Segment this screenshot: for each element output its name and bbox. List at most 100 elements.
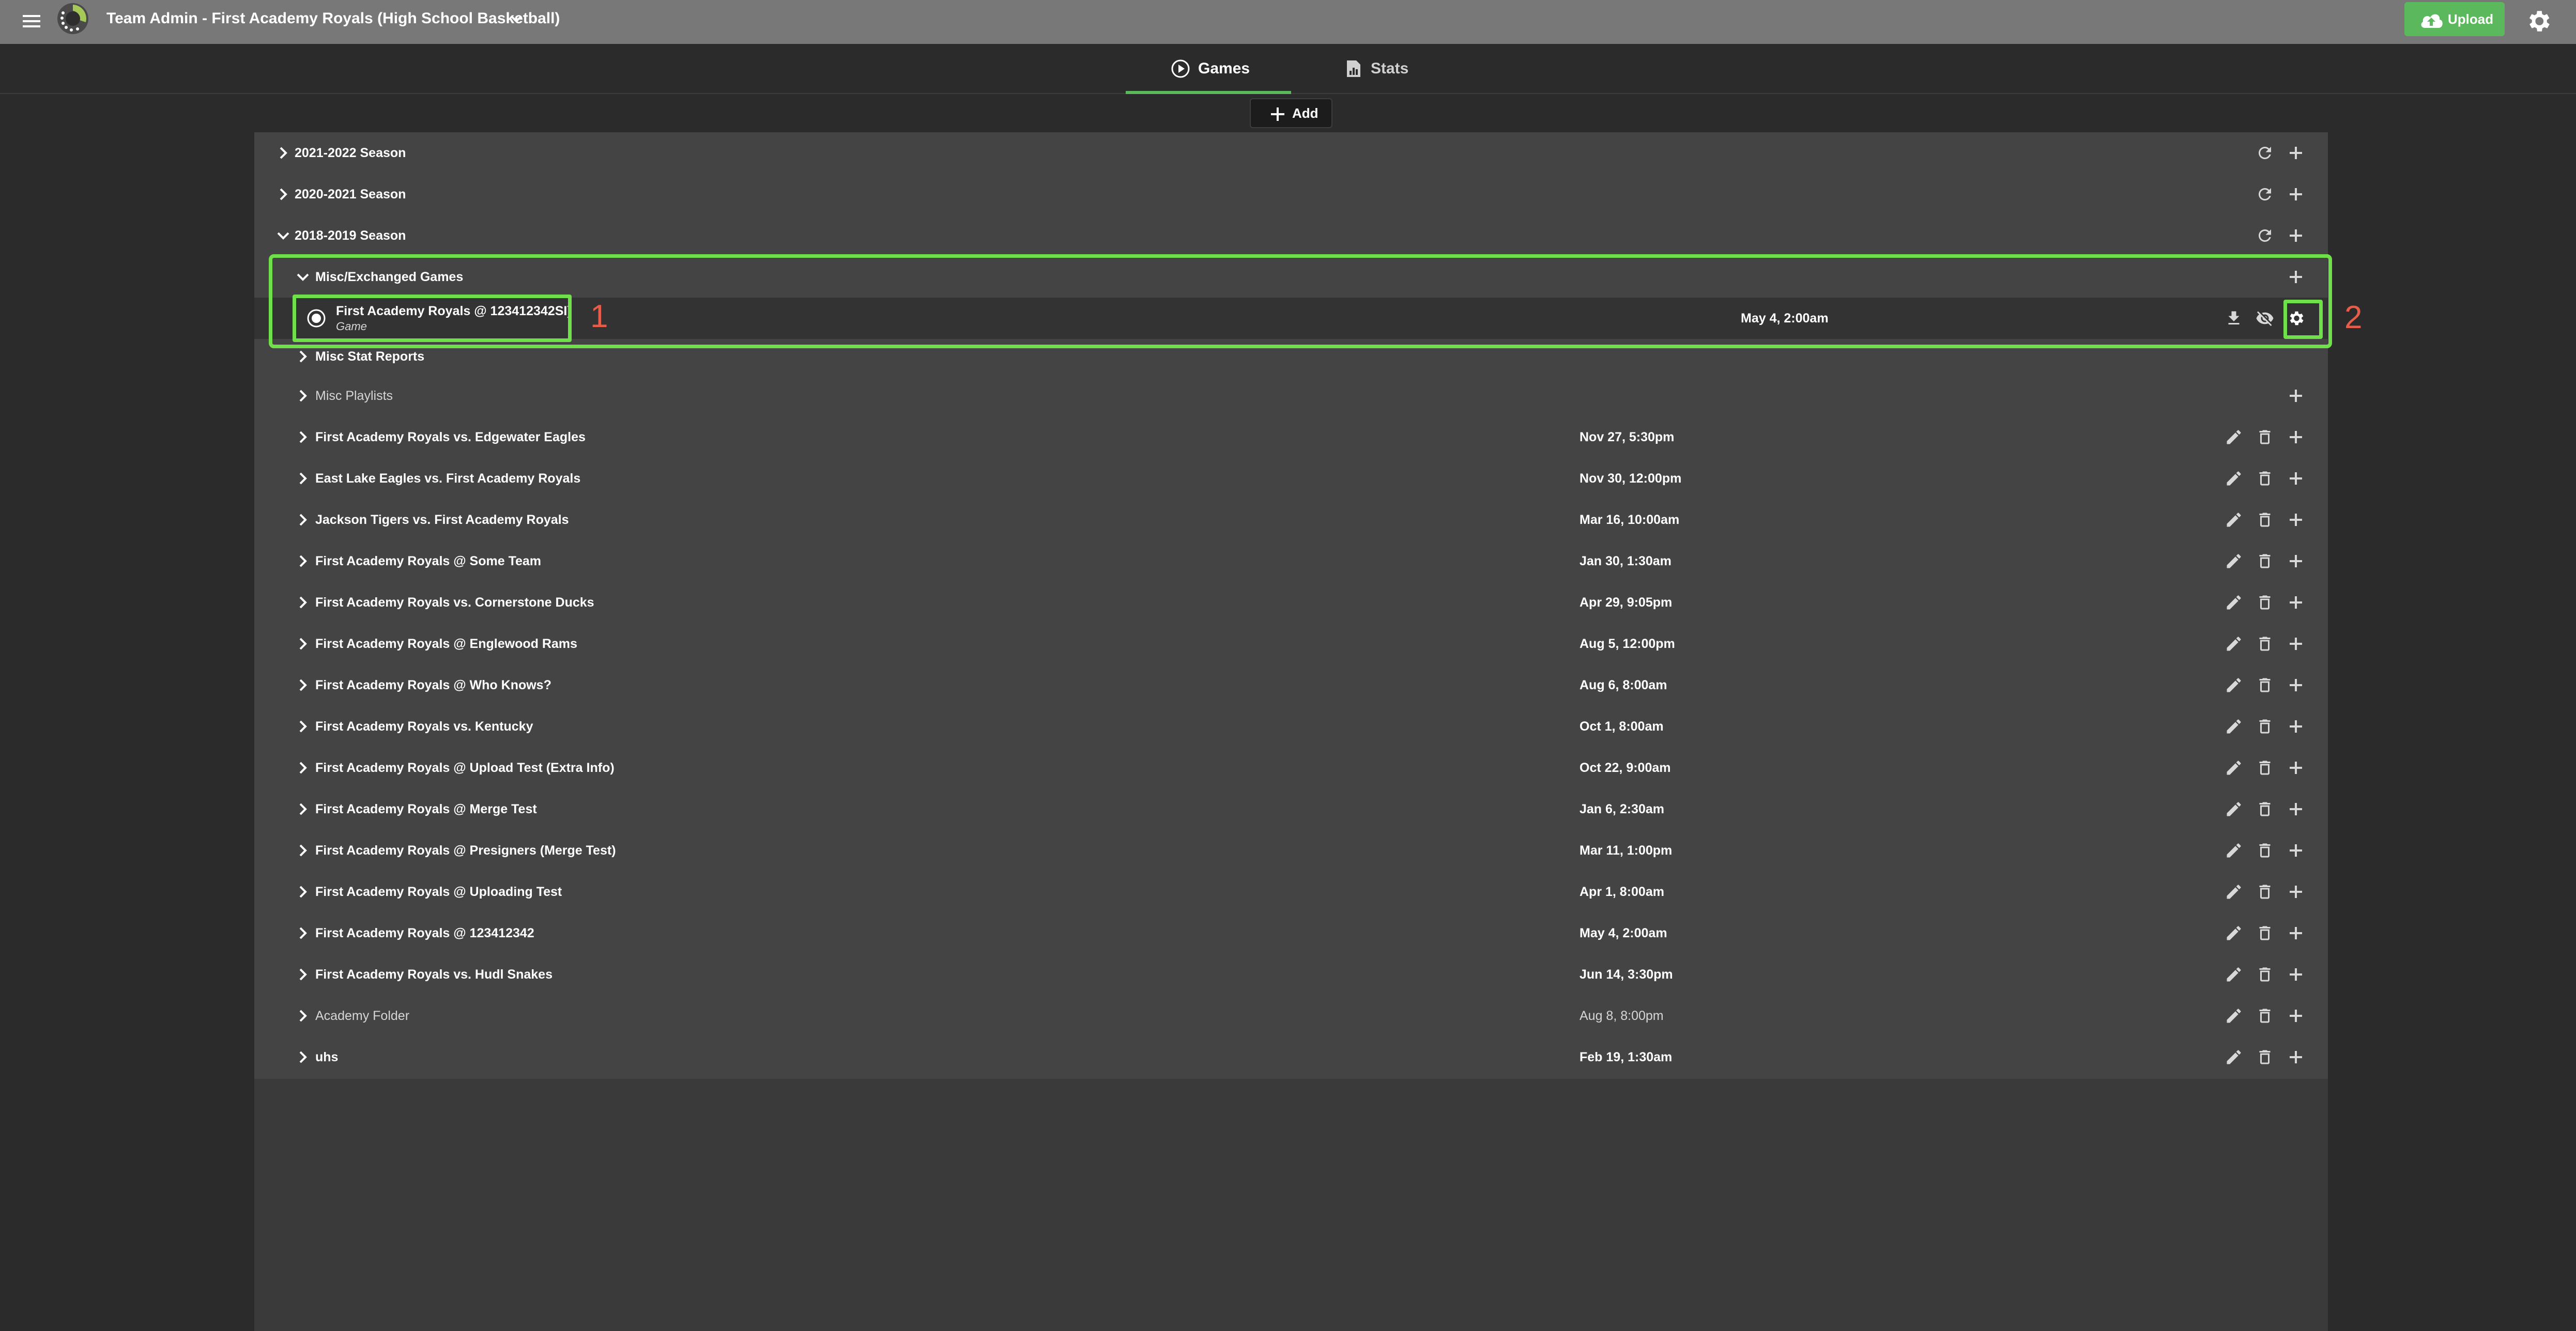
- pencil-icon[interactable]: [2225, 800, 2243, 818]
- trash-icon[interactable]: [2256, 1048, 2274, 1066]
- trash-icon[interactable]: [2256, 634, 2274, 653]
- pencil-icon[interactable]: [2225, 552, 2243, 570]
- pencil-icon[interactable]: [2225, 510, 2243, 529]
- plus-icon[interactable]: [2287, 883, 2305, 901]
- plus-icon[interactable]: [2287, 386, 2305, 405]
- chevron-right-icon[interactable]: [295, 429, 311, 445]
- chevron-right-icon[interactable]: [295, 925, 311, 941]
- chevron-right-icon[interactable]: [295, 718, 311, 735]
- plus-icon[interactable]: [2287, 841, 2305, 860]
- game-row[interactable]: First Academy Royals @ Who Knows? Aug 6,…: [254, 664, 2328, 706]
- pencil-icon[interactable]: [2225, 634, 2243, 653]
- season-row[interactable]: 2018-2019 Season: [254, 215, 2328, 256]
- game-row[interactable]: First Academy Royals vs. Hudl Snakes Jun…: [254, 954, 2328, 995]
- plus-icon[interactable]: [2287, 185, 2305, 204]
- pencil-icon[interactable]: [2225, 924, 2243, 942]
- pencil-icon[interactable]: [2225, 717, 2243, 736]
- plus-icon[interactable]: [2287, 676, 2305, 694]
- plus-icon[interactable]: [2287, 510, 2305, 529]
- chevron-right-icon[interactable]: [295, 884, 311, 900]
- trash-icon[interactable]: [2256, 676, 2274, 694]
- pencil-icon[interactable]: [2225, 676, 2243, 694]
- chevron-right-icon[interactable]: [295, 1008, 311, 1024]
- plus-icon[interactable]: [2287, 144, 2305, 162]
- pencil-icon[interactable]: [2225, 428, 2243, 446]
- pencil-icon[interactable]: [2225, 1007, 2243, 1025]
- trash-icon[interactable]: [2256, 428, 2274, 446]
- chevron-right-icon[interactable]: [295, 801, 311, 817]
- game-row[interactable]: First Academy Royals @ Presigners (Merge…: [254, 830, 2328, 871]
- season-row[interactable]: 2021-2022 Season: [254, 132, 2328, 174]
- trash-icon[interactable]: [2256, 593, 2274, 612]
- trash-icon[interactable]: [2256, 469, 2274, 488]
- tab-games[interactable]: Games: [1126, 44, 1291, 94]
- trash-icon[interactable]: [2256, 717, 2274, 736]
- game-row[interactable]: uhs Feb 19, 1:30am: [254, 1036, 2328, 1078]
- plus-icon[interactable]: [2287, 759, 2305, 777]
- trash-icon[interactable]: [2256, 1007, 2274, 1025]
- pencil-icon[interactable]: [2225, 965, 2243, 984]
- trash-icon[interactable]: [2256, 759, 2274, 777]
- chevron-down-icon[interactable]: [275, 227, 292, 244]
- menu-icon[interactable]: [20, 9, 43, 33]
- game-row[interactable]: Jackson Tigers vs. First Academy Royals …: [254, 499, 2328, 540]
- plus-icon[interactable]: [2287, 965, 2305, 984]
- pencil-icon[interactable]: [2225, 593, 2243, 612]
- chevron-right-icon[interactable]: [295, 388, 311, 404]
- pencil-icon[interactable]: [2225, 841, 2243, 860]
- chevron-down-icon[interactable]: [508, 10, 525, 28]
- game-row[interactable]: First Academy Royals @ Some Team Jan 30,…: [254, 540, 2328, 582]
- trash-icon[interactable]: [2256, 800, 2274, 818]
- refresh-icon[interactable]: [2256, 185, 2274, 204]
- game-row[interactable]: First Academy Royals vs. Cornerstone Duc…: [254, 582, 2328, 623]
- season-row[interactable]: 2020-2021 Season: [254, 174, 2328, 215]
- game-row[interactable]: First Academy Royals vs. Kentucky Oct 1,…: [254, 706, 2328, 747]
- chevron-right-icon[interactable]: [275, 186, 292, 203]
- chevron-right-icon[interactable]: [295, 760, 311, 776]
- trash-icon[interactable]: [2256, 841, 2274, 860]
- refresh-icon[interactable]: [2256, 226, 2274, 245]
- folder-row[interactable]: Misc Playlists: [254, 375, 2328, 416]
- plus-icon[interactable]: [2287, 1007, 2305, 1025]
- chevron-right-icon[interactable]: [295, 842, 311, 859]
- pencil-icon[interactable]: [2225, 469, 2243, 488]
- plus-icon[interactable]: [2287, 634, 2305, 653]
- game-row[interactable]: First Academy Royals vs. Edgewater Eagle…: [254, 416, 2328, 458]
- chevron-right-icon[interactable]: [295, 677, 311, 693]
- trash-icon[interactable]: [2256, 883, 2274, 901]
- chevron-right-icon[interactable]: [295, 470, 311, 487]
- plus-icon[interactable]: [2287, 717, 2305, 736]
- pencil-icon[interactable]: [2225, 759, 2243, 777]
- add-button[interactable]: Add: [1250, 98, 1332, 128]
- gear-icon[interactable]: [2524, 7, 2552, 35]
- plus-icon[interactable]: [2287, 428, 2305, 446]
- trash-icon[interactable]: [2256, 924, 2274, 942]
- game-row[interactable]: First Academy Royals @ Englewood Rams Au…: [254, 623, 2328, 664]
- plus-icon[interactable]: [2287, 226, 2305, 245]
- chevron-right-icon[interactable]: [295, 594, 311, 611]
- folder-row[interactable]: Academy Folder Aug 8, 8:00pm: [254, 995, 2328, 1036]
- chevron-right-icon[interactable]: [295, 966, 311, 983]
- chevron-right-icon[interactable]: [295, 636, 311, 652]
- chevron-right-icon[interactable]: [295, 512, 311, 528]
- game-row[interactable]: First Academy Royals @ Uploading Test Ap…: [254, 871, 2328, 912]
- plus-icon[interactable]: [2287, 593, 2305, 612]
- chevron-right-icon[interactable]: [295, 553, 311, 569]
- plus-icon[interactable]: [2287, 1048, 2305, 1066]
- upload-button[interactable]: Upload: [2404, 2, 2505, 36]
- trash-icon[interactable]: [2256, 965, 2274, 984]
- game-row[interactable]: East Lake Eagles vs. First Academy Royal…: [254, 458, 2328, 499]
- plus-icon[interactable]: [2287, 924, 2305, 942]
- trash-icon[interactable]: [2256, 552, 2274, 570]
- team-logo[interactable]: [56, 2, 90, 36]
- game-row[interactable]: First Academy Royals @ Upload Test (Extr…: [254, 747, 2328, 788]
- pencil-icon[interactable]: [2225, 1048, 2243, 1066]
- trash-icon[interactable]: [2256, 510, 2274, 529]
- game-row[interactable]: First Academy Royals @ 123412342 May 4, …: [254, 912, 2328, 954]
- chevron-right-icon[interactable]: [295, 1049, 311, 1065]
- chevron-right-icon[interactable]: [295, 348, 311, 365]
- plus-icon[interactable]: [2287, 800, 2305, 818]
- chevron-right-icon[interactable]: [275, 145, 292, 161]
- pencil-icon[interactable]: [2225, 883, 2243, 901]
- plus-icon[interactable]: [2287, 552, 2305, 570]
